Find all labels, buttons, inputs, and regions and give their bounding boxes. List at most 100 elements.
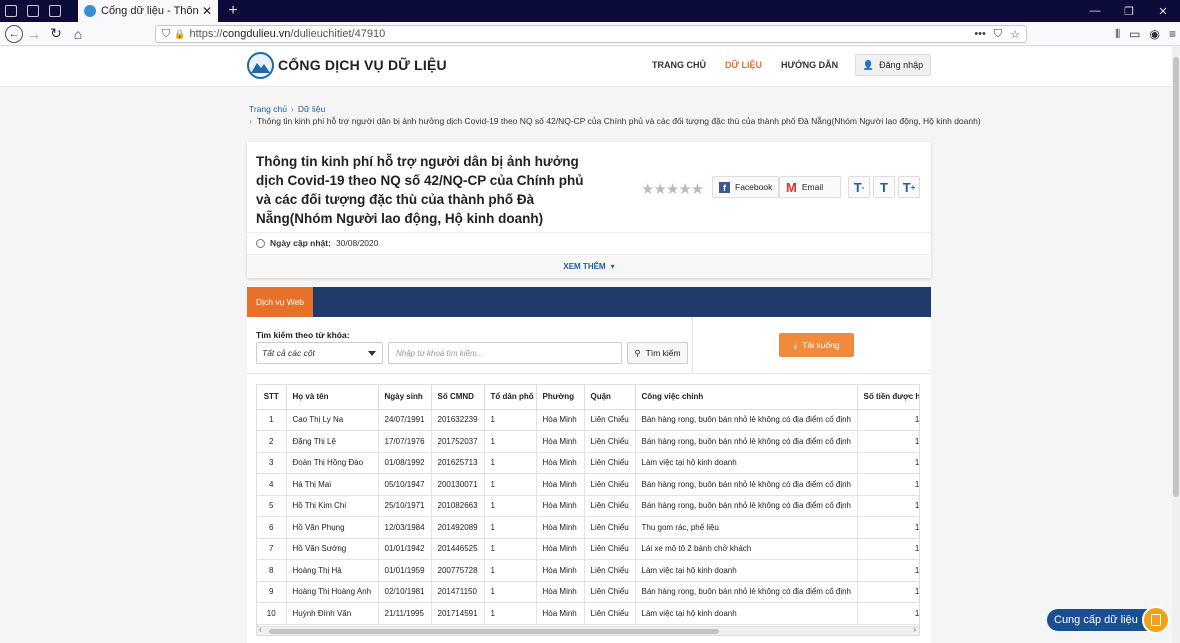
back-icon[interactable]: ← [5, 24, 23, 43]
column-header[interactable]: Họ và tên [286, 385, 379, 410]
table-cell: 1 [484, 495, 537, 517]
show-more-label: XEM THÊM [563, 262, 606, 271]
page-scrollbar[interactable] [1172, 47, 1180, 643]
font-reset-button[interactable]: T [873, 176, 895, 198]
column-header[interactable]: Công việc chính [635, 385, 858, 410]
new-tab-icon[interactable]: + [222, 0, 244, 22]
pinned-tab-icon[interactable] [0, 0, 22, 22]
account-icon[interactable]: ◉ [1150, 27, 1160, 41]
rating-stars[interactable]: ★★★★★ [641, 180, 704, 198]
hamburger-menu-icon[interactable]: ≡ [1169, 27, 1176, 41]
table-cell: 1.000.000 [857, 581, 919, 603]
column-header[interactable]: Phường [536, 385, 585, 410]
table-cell: 1.000.000 [857, 559, 919, 582]
table-row[interactable]: 8 Hoàng Thị Hà 01/01/1959 200775728 1 Hòa Min… [257, 559, 919, 582]
table-cell: Hòa Minh [536, 430, 585, 453]
breadcrumb-home[interactable]: Trang chủ [249, 104, 287, 114]
minimize-icon[interactable]: — [1078, 0, 1112, 22]
table-cell: 25/10/1971 [378, 495, 432, 517]
font-decrease-button[interactable]: T- [848, 176, 870, 198]
lock-icon[interactable]: 🔒 [174, 29, 185, 40]
menu-home[interactable]: TRANG CHỦ [652, 60, 706, 70]
column-header[interactable]: Quận [584, 385, 636, 410]
table-cell: Liên Chiểu [584, 516, 636, 539]
reload-icon[interactable]: ↻ [45, 23, 67, 45]
table-cell: 1 [484, 430, 537, 453]
library-icon[interactable]: ⫴ [1115, 27, 1120, 42]
pocket-icon[interactable]: ⛉ [994, 28, 1002, 41]
sidebar-icon[interactable]: ▭ [1129, 27, 1140, 41]
table-cell: Hồ Văn Phụng [286, 516, 379, 539]
table-cell: 1 [484, 538, 537, 560]
table-cell: 5 [257, 495, 287, 517]
table-cell: Hòa Minh [536, 602, 585, 625]
close-window-icon[interactable]: ✕ [1146, 0, 1180, 22]
column-header[interactable]: Số tiền được hỗ trợ [857, 385, 919, 410]
table-cell: Hòa Minh [536, 538, 585, 560]
forward-icon[interactable]: → [23, 23, 45, 45]
font-increase-button[interactable]: T + [898, 176, 920, 198]
scroll-right-icon[interactable]: › [913, 625, 916, 634]
table-row[interactable]: 2 Đặng Thị Lệ 17/07/1976 201752037 1 Hòa Minh… [257, 430, 919, 453]
show-more-button[interactable]: XEM THÊM ▾ [247, 254, 931, 278]
table-row[interactable]: 5 Hồ Thị Kim Chi 25/10/1971 201082663 1 Hòa M… [257, 495, 919, 517]
pinned-tab-icon[interactable] [22, 0, 44, 22]
site-brand[interactable]: CỔNG DỊCH VỤ DỮ LIỆU [278, 57, 447, 73]
table-row[interactable]: 3 Đoàn Thị Hồng Đào 01/08/1992 201625713 1 Hò… [257, 452, 919, 474]
breadcrumb: Trang chủ › Dữ liệu [249, 104, 325, 114]
pinned-tab-icon[interactable] [44, 0, 66, 22]
url-path: /dulieuchitiet/47910 [290, 28, 386, 40]
table-cell: Liên Chiểu [584, 581, 636, 603]
table-row[interactable]: 9 Hoàng Thị Hoàng Anh 02/10/1981 201471150 1… [257, 581, 919, 603]
column-header[interactable]: STT [257, 385, 287, 410]
keyword-search-input[interactable]: Nhập từ khoá tìm kiếm... [388, 342, 622, 364]
browser-tab-active[interactable]: Cổng dữ liệu - Thông tin dịch vụ ✕ [78, 0, 218, 22]
search-button[interactable]: ⚲ Tìm kiếm [627, 342, 688, 364]
table-row[interactable]: 10 Huỳnh Đình Văn 21/11/1995 201714591 1 Hòa … [257, 602, 919, 625]
table-cell: 01/01/1959 [378, 559, 432, 582]
table-cell: Làm việc tại hộ kinh doanh [635, 602, 858, 625]
site-header: CỔNG DỊCH VỤ DỮ LIỆU TRANG CHỦ DỮ LIỆU H… [0, 47, 1172, 87]
column-header[interactable]: Ngày sinh [378, 385, 432, 410]
table-row[interactable]: 6 Hồ Văn Phụng 12/03/1984 201492089 1 Hòa Min… [257, 516, 919, 539]
home-icon[interactable]: ⌂ [67, 23, 89, 45]
scroll-thumb[interactable] [269, 629, 719, 634]
login-button[interactable]: 👤 Đăng nhập [855, 54, 931, 76]
table-cell: 24/07/1991 [378, 409, 432, 431]
data-table-wrapper: STT Họ và tên Ngày sinh Số CMND Tổ dân p… [256, 384, 920, 628]
table-row[interactable]: 7 Hồ Văn Sướng 01/01/1942 201446525 1 Hòa Min… [257, 538, 919, 560]
url-host: congdulieu.vn [222, 28, 291, 40]
share-email-button[interactable]: M Email [779, 176, 841, 198]
search-button-label: Tìm kiếm [645, 348, 681, 358]
updated-label: Ngày cập nhật: [270, 238, 331, 248]
download-button[interactable]: ⤓ Tải xuống [779, 333, 854, 357]
column-header[interactable]: Tổ dân phố [484, 385, 537, 410]
horizontal-scrollbar[interactable]: ‹ › [256, 625, 920, 636]
share-facebook-button[interactable]: f Facebook [712, 176, 780, 198]
bookmark-star-icon[interactable]: ☆ [1010, 28, 1020, 41]
tab-webservice[interactable]: Dịch vụ Web [247, 287, 313, 317]
table-row[interactable]: 4 Hà Thị Mai 05/10/1947 200130071 1 Hòa Minh L… [257, 473, 919, 496]
menu-data[interactable]: DỮ LIỆU [725, 60, 762, 70]
table-cell: 02/10/1981 [378, 581, 432, 603]
table-cell: 1.000.000 [857, 495, 919, 517]
table-row[interactable]: 1 Cao Thị Ly Na 24/07/1991 201632239 1 Hòa Mi… [257, 409, 919, 431]
divider [247, 232, 931, 233]
menu-guide[interactable]: HƯỚNG DẪN [781, 60, 838, 70]
column-select[interactable]: Tất cả các cột [256, 342, 383, 364]
table-cell: 9 [257, 581, 287, 603]
scroll-thumb[interactable] [1173, 57, 1179, 497]
breadcrumb-data[interactable]: Dữ liệu [298, 104, 325, 114]
url-bar[interactable]: ⛉ 🔒 https://congdulieu.vn/dulieuchitiet/… [155, 25, 1027, 43]
table-cell: 201492089 [431, 516, 485, 539]
shield-icon[interactable]: ⛉ [162, 28, 170, 41]
column-header[interactable]: Số CMND [431, 385, 485, 410]
site-logo[interactable] [247, 52, 274, 79]
restore-icon[interactable]: ❐ [1112, 0, 1146, 22]
table-cell: 1.000.000 [857, 452, 919, 474]
provide-data-icon[interactable] [1142, 606, 1170, 634]
page-actions-icon[interactable]: ••• [974, 28, 986, 40]
table-cell: Bán hàng rong, buôn bán nhỏ lẻ không có … [635, 495, 858, 517]
close-tab-icon[interactable]: ✕ [202, 4, 212, 18]
scroll-left-icon[interactable]: ‹ [259, 625, 262, 634]
